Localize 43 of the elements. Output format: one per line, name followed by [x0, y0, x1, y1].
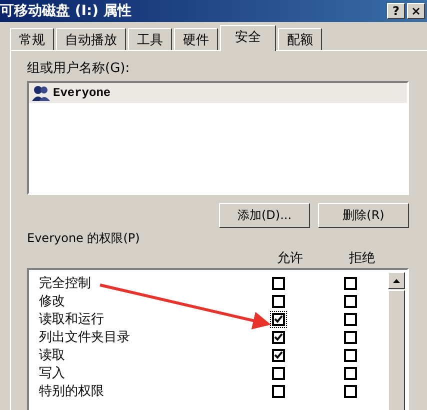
checkbox[interactable] [270, 328, 286, 346]
up-arrow-icon [393, 278, 400, 282]
tab[interactable]: 安全 [220, 25, 276, 51]
window-title: 可移动磁盘 (I:) 属性 [0, 2, 132, 20]
checkbox[interactable] [344, 330, 356, 344]
checkbox[interactable] [270, 346, 286, 364]
dialog-button[interactable]: 删除(R) [318, 203, 409, 228]
checkbox[interactable] [270, 274, 286, 292]
permission-name: 完全控制 [39, 275, 92, 292]
checkbox[interactable] [270, 310, 286, 328]
checkbox[interactable] [270, 292, 286, 310]
tab[interactable]: 自动播放 [56, 28, 126, 50]
checkbox[interactable] [344, 312, 356, 326]
users-icon [32, 85, 50, 101]
tab[interactable]: 常规 [10, 28, 54, 50]
checkbox[interactable] [270, 382, 286, 400]
tab[interactable]: 工具 [128, 28, 172, 50]
groups-label: 组或用户名称(G): [27, 60, 131, 77]
check-icon [274, 351, 282, 359]
permissions-label: Everyone 的权限(P) [27, 230, 141, 247]
checkbox[interactable] [344, 276, 356, 290]
permission-name: 读取 [39, 347, 66, 364]
help-button[interactable]: ? [387, 3, 405, 19]
checkbox[interactable] [344, 384, 356, 398]
permission-name: 读取和运行 [39, 311, 105, 328]
checkbox[interactable] [344, 294, 356, 308]
permission-name: 写入 [39, 365, 66, 382]
checkbox[interactable] [344, 348, 356, 362]
permission-name: 修改 [39, 293, 66, 310]
permission-name: 特别的权限 [39, 383, 105, 400]
close-button[interactable]: × [407, 3, 425, 19]
check-icon [274, 333, 282, 341]
tab[interactable]: 硬件 [174, 28, 218, 50]
checkbox[interactable] [344, 366, 356, 380]
scroll-up-button[interactable] [388, 272, 405, 289]
dialog-button[interactable]: 添加(D)... [219, 203, 310, 228]
permission-name: 列出文件夹目录 [39, 329, 131, 346]
user-item[interactable]: Everyone [29, 83, 407, 103]
check-icon [274, 315, 282, 323]
tab[interactable]: 配额 [278, 28, 322, 50]
column-header: 拒绝 [349, 250, 375, 267]
column-header: 允许 [277, 250, 303, 267]
checkbox[interactable] [270, 364, 286, 382]
